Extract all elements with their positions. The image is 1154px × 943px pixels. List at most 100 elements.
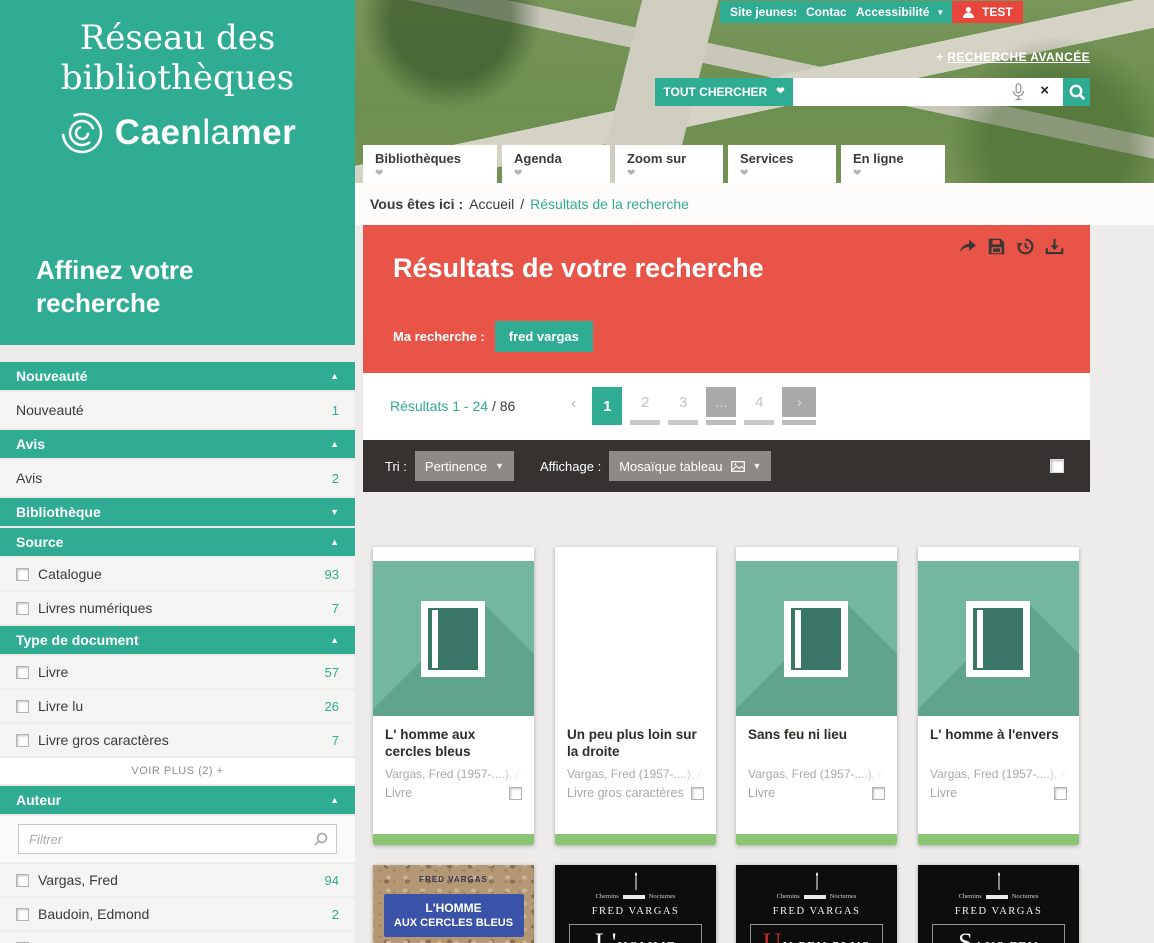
facet-count: 2	[332, 471, 339, 486]
book-cover-homme-a-lenvers[interactable]: Chemins Nocturnes FRED VARGAS L'HOMME A …	[555, 865, 716, 943]
facet-item-livre-lu[interactable]: Livre lu 26	[0, 690, 355, 722]
facet-count: 93	[325, 567, 339, 582]
facet-count: 26	[325, 699, 339, 714]
book-placeholder-image	[736, 561, 897, 716]
results-toolbar	[958, 237, 1064, 256]
facet-item-doyon-josee[interactable]: Doyon, Josée 1	[0, 932, 355, 943]
facet-header-bibliotheque[interactable]: Bibliothèque ▼	[0, 498, 355, 526]
cover-title-box: UN PEU PLUS LOIN SUR	[750, 924, 883, 943]
facet-header-source[interactable]: Source ▲	[0, 528, 355, 556]
facet-item-livre[interactable]: Livre 57	[0, 656, 355, 688]
card-accent-strip	[373, 834, 534, 845]
logo[interactable]: Réseau des bibliothèques Caenlamer	[0, 0, 355, 156]
facet-item-nouveaute[interactable]: Nouveauté 1	[0, 392, 355, 428]
facet-header-avis[interactable]: Avis ▲	[0, 430, 355, 458]
candle-icon	[992, 870, 1006, 892]
tab-services[interactable]: Services ❤	[728, 145, 836, 183]
facet-item-avis[interactable]: Avis 2	[0, 460, 355, 496]
download-icon[interactable]	[1045, 237, 1064, 256]
checkbox[interactable]	[16, 568, 29, 581]
share-icon[interactable]	[958, 237, 977, 256]
result-card[interactable]: Un peu plus loin sur la droite Vargas, F…	[555, 547, 716, 845]
select-result-checkbox[interactable]	[872, 787, 885, 800]
tab-en-ligne[interactable]: En ligne ❤	[841, 145, 945, 183]
accessibilite-button[interactable]: Accessibilité ▼	[846, 1, 954, 23]
result-card[interactable]: L' homme aux cercles bleus Vargas, Fred …	[373, 547, 534, 845]
search-term-chip[interactable]: fred vargas	[495, 321, 593, 352]
result-title: Sans feu ni lieu	[748, 726, 885, 760]
sort-label: Tri :	[385, 459, 407, 474]
page-3-button[interactable]: 3	[668, 387, 698, 425]
microphone-icon[interactable]	[1012, 83, 1025, 101]
voir-plus-button[interactable]: VOIR PLUS (2) +	[0, 758, 355, 784]
tab-zoom-sur[interactable]: Zoom sur ❤	[615, 145, 723, 183]
main-nav: Bibliothèques ❤ Agenda ❤ Zoom sur ❤ Serv…	[355, 145, 1154, 183]
chevron-down-icon: ❤	[514, 169, 610, 179]
results-banner: Résultats de votre recherche	[363, 225, 1090, 373]
facet-count: 1	[332, 403, 339, 418]
select-result-checkbox[interactable]	[1054, 787, 1067, 800]
history-icon[interactable]	[1016, 237, 1035, 256]
facet-item-livres-numeriques[interactable]: Livres numériques 7	[0, 592, 355, 624]
result-type: Livre	[385, 786, 412, 800]
tab-bibliotheques[interactable]: Bibliothèques ❤	[363, 145, 497, 183]
result-card[interactable]: Sans feu ni lieu Vargas, Fred (1957-....…	[736, 547, 897, 845]
facet-item-vargas-fred[interactable]: Vargas, Fred 94	[0, 864, 355, 896]
result-type: Livre	[930, 786, 957, 800]
checkbox[interactable]	[16, 908, 29, 921]
sort-bar: Tri : Pertinence ▼ Affichage : Mosaïque …	[363, 440, 1090, 492]
page-4-button[interactable]: 4	[744, 387, 774, 425]
facet-header-type-document[interactable]: Type de document ▲	[0, 626, 355, 654]
breadcrumb-home-link[interactable]: Accueil	[469, 196, 514, 212]
book-cover-un-peu-plus-loin[interactable]: Chemins Nocturnes FRED VARGAS UN PEU PLU…	[736, 865, 897, 943]
author-filter-input[interactable]	[18, 824, 337, 854]
page: Réseau des bibliothèques Caenlamer Affin…	[0, 0, 1154, 943]
cover-author: FRED VARGAS	[373, 875, 534, 884]
chevron-up-icon: ▲	[330, 537, 339, 547]
select-result-checkbox[interactable]	[691, 787, 704, 800]
prev-page-button[interactable]: ‹	[571, 395, 576, 413]
card-accent-strip	[736, 834, 897, 845]
tab-agenda[interactable]: Agenda ❤	[502, 145, 610, 183]
select-all-checkbox[interactable]	[1050, 459, 1064, 473]
book-cover-sans-feu-ni-lieu[interactable]: Chemins Nocturnes FRED VARGAS SANS FEU N…	[918, 865, 1079, 943]
test-account-button[interactable]: TEST	[952, 1, 1023, 23]
facet-item-baudoin-edmond[interactable]: Baudoin, Edmond 2	[0, 898, 355, 930]
facet-item-catalogue[interactable]: Catalogue 93	[0, 558, 355, 590]
select-result-checkbox[interactable]	[509, 787, 522, 800]
pager: ‹ 1 2 3 ... 4 ›	[571, 387, 824, 425]
sort-dropdown[interactable]: Pertinence ▼	[415, 451, 514, 481]
search-icon[interactable]	[313, 831, 329, 847]
page-1-button[interactable]: 1	[592, 387, 622, 425]
save-search-icon[interactable]	[987, 237, 1006, 256]
chevron-down-icon: ▼	[753, 461, 762, 471]
checkbox[interactable]	[16, 666, 29, 679]
logo-line-1: Réseau des	[0, 18, 355, 58]
checkbox[interactable]	[16, 602, 29, 615]
cover-author: FRED VARGAS	[555, 906, 716, 917]
checkbox[interactable]	[16, 734, 29, 747]
search-scope-dropdown[interactable]: TOUT CHERCHER ❤	[655, 78, 793, 106]
logo-line-2: bibliothèques	[0, 58, 355, 98]
clear-search-icon[interactable]: ×	[1040, 82, 1049, 99]
facet-header-nouveaute[interactable]: Nouveauté ▲	[0, 362, 355, 390]
search-button[interactable]	[1063, 78, 1090, 106]
chevron-up-icon: ▲	[330, 439, 339, 449]
page-ellipsis[interactable]: ...	[706, 387, 736, 425]
facet-header-auteur[interactable]: Auteur ▲	[0, 786, 355, 814]
checkbox[interactable]	[16, 874, 29, 887]
header-photo: Site jeunesse Contact Accessibilité ▼ TE…	[355, 0, 1154, 183]
facet-count: 94	[325, 873, 339, 888]
book-cover-homme-cercles-bleus[interactable]: FRED VARGAS L'HOMME AUX CERCLES BLEUS	[373, 865, 534, 943]
blank-placeholder-image	[555, 561, 716, 716]
next-page-button[interactable]: ›	[782, 387, 816, 425]
facet-item-livre-gros-caracteres[interactable]: Livre gros caractères 7	[0, 724, 355, 756]
display-dropdown[interactable]: Mosaïque tableau ▼	[609, 451, 771, 481]
result-card[interactable]: L' homme à l'envers Vargas, Fred (1957-.…	[918, 547, 1079, 845]
page-2-button[interactable]: 2	[630, 387, 660, 425]
advanced-search-link[interactable]: + RECHERCHE AVANCÉE	[936, 50, 1090, 64]
ma-recherche-label: Ma recherche :	[393, 329, 485, 344]
result-type: Livre gros caractères	[567, 786, 684, 800]
checkbox[interactable]	[16, 700, 29, 713]
chevron-down-icon: ❤	[740, 169, 836, 179]
